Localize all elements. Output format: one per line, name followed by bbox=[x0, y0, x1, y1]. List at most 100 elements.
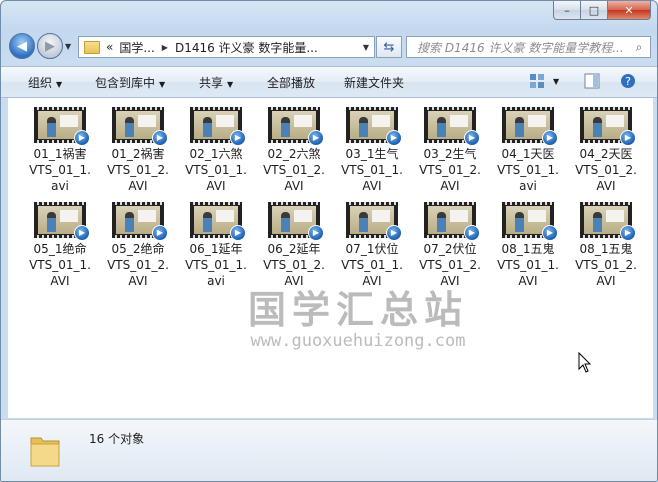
file-name-line2: VTS_01_2. bbox=[263, 163, 325, 177]
search-box[interactable]: 搜索 D1416 许义豪 数字能量学教程... ⌕ bbox=[406, 36, 651, 58]
media-player-badge-icon: ▶ bbox=[152, 225, 168, 241]
file-name-line1: 07_1伏位 bbox=[345, 242, 399, 256]
video-thumbnail: ▶ bbox=[268, 202, 324, 241]
file-name-line3: AVI bbox=[284, 179, 304, 193]
include-library-label: 包含到库中 bbox=[95, 76, 156, 90]
film-strip bbox=[502, 107, 554, 110]
minimize-button[interactable]: – bbox=[553, 1, 581, 20]
file-name-line3: AVI bbox=[284, 274, 304, 288]
help-icon[interactable]: ? bbox=[620, 73, 636, 89]
address-bar[interactable]: « 国学... ▶ D1416 许义豪 数字能量... ▼ bbox=[78, 36, 375, 58]
file-item[interactable]: ▶ 02_2六煞 VTS_01_2. AVI bbox=[255, 107, 333, 194]
back-button[interactable]: ◀ bbox=[9, 33, 35, 59]
address-segment-current[interactable]: D1416 许义豪 数字能量... bbox=[175, 39, 318, 56]
media-player-badge-icon: ▶ bbox=[74, 225, 90, 241]
film-strip bbox=[112, 202, 164, 205]
file-list: ▶ 01_1祸害 VTS_01_1. avi ▶ 01_2祸害 VTS_01_2. AVI ▶ 0… bbox=[8, 98, 653, 418]
file-item[interactable]: ▶ 08_1五鬼 VTS_01_1. AVI bbox=[489, 202, 567, 289]
folder-icon bbox=[84, 40, 100, 54]
file-name-line3: AVI bbox=[440, 274, 460, 288]
media-player-badge-icon: ▶ bbox=[620, 225, 636, 241]
video-thumbnail: ▶ bbox=[112, 202, 168, 241]
change-view-icon[interactable] bbox=[529, 73, 545, 89]
close-button[interactable]: ✕ bbox=[608, 1, 651, 20]
file-name-line3: AVI bbox=[206, 179, 226, 193]
video-thumbnail: ▶ bbox=[190, 107, 246, 146]
media-player-badge-icon: ▶ bbox=[74, 130, 90, 146]
file-name-line2: VTS_01_2. bbox=[575, 163, 637, 177]
file-item[interactable]: ▶ 06_1延年 VTS_01_1. avi bbox=[177, 202, 255, 289]
film-strip bbox=[580, 107, 632, 110]
recent-pages-dropdown[interactable]: ▼ bbox=[65, 42, 71, 51]
film-strip bbox=[346, 202, 398, 205]
media-player-badge-icon: ▶ bbox=[308, 225, 324, 241]
search-icon[interactable]: ⌕ bbox=[628, 40, 650, 55]
file-item[interactable]: ▶ 07_2伏位 VTS_01_2. AVI bbox=[411, 202, 489, 289]
video-thumbnail: ▶ bbox=[34, 202, 90, 241]
file-item[interactable]: ▶ 05_2绝命 VTS_01_2. AVI bbox=[99, 202, 177, 289]
film-strip bbox=[346, 107, 398, 110]
file-item[interactable]: ▶ 04_2天医 VTS_01_2. AVI bbox=[567, 107, 645, 194]
play-all-button[interactable]: 全部播放 bbox=[267, 74, 315, 91]
file-name-line2: VTS_01_1. bbox=[185, 258, 247, 272]
include-in-library-menu[interactable]: 包含到库中 ▼ bbox=[95, 74, 165, 91]
view-options-dropdown-icon[interactable]: ▼ bbox=[553, 77, 559, 86]
file-name-line2: VTS_01_1. bbox=[341, 163, 403, 177]
watermark-title: 国学汇总站 bbox=[247, 288, 468, 332]
refresh-button[interactable]: ⇆ bbox=[376, 36, 402, 58]
caption-buttons: – □ ✕ bbox=[553, 1, 651, 20]
file-name-line1: 04_2天医 bbox=[579, 147, 633, 161]
file-name-line3: AVI bbox=[128, 274, 148, 288]
address-chevron[interactable]: « bbox=[106, 40, 113, 54]
file-name-line1: 05_1绝命 bbox=[33, 242, 87, 256]
media-player-badge-icon: ▶ bbox=[464, 225, 480, 241]
file-item[interactable]: ▶ 01_1祸害 VTS_01_1. avi bbox=[21, 107, 99, 194]
navigation-buttons: ◀ ▶ ▼ bbox=[9, 33, 71, 59]
organize-menu[interactable]: 组织 ▼ bbox=[28, 74, 62, 91]
forward-button[interactable]: ▶ bbox=[37, 33, 63, 59]
file-name-line3: avi bbox=[51, 179, 69, 193]
film-strip bbox=[268, 107, 320, 110]
maximize-button[interactable]: □ bbox=[581, 1, 608, 20]
file-name-line1: 01_1祸害 bbox=[33, 147, 87, 161]
file-name-line1: 02_1六煞 bbox=[189, 147, 243, 161]
file-item[interactable]: ▶ 01_2祸害 VTS_01_2. AVI bbox=[99, 107, 177, 194]
organize-label: 组织 bbox=[28, 76, 53, 90]
new-folder-button[interactable]: 新建文件夹 bbox=[344, 74, 404, 91]
address-dropdown-icon[interactable]: ▼ bbox=[358, 43, 374, 52]
film-strip bbox=[34, 202, 86, 205]
film-strip bbox=[112, 107, 164, 110]
file-name-line3: AVI bbox=[440, 179, 460, 193]
mouse-cursor-icon bbox=[578, 352, 592, 373]
file-item[interactable]: ▶ 03_1生气 VTS_01_1. AVI bbox=[333, 107, 411, 194]
file-item[interactable]: ▶ 06_2延年 VTS_01_2. AVI bbox=[255, 202, 333, 289]
file-name-line1: 05_2绝命 bbox=[111, 242, 165, 256]
share-menu[interactable]: 共享 ▼ bbox=[199, 74, 233, 91]
file-name-line3: AVI bbox=[50, 274, 70, 288]
file-name-line1: 06_1延年 bbox=[189, 242, 243, 256]
video-thumbnail: ▶ bbox=[346, 107, 402, 146]
film-strip bbox=[580, 202, 632, 205]
file-name-line2: VTS_01_2. bbox=[263, 258, 325, 272]
search-input[interactable]: 搜索 D1416 许义豪 数字能量学教程... bbox=[407, 39, 628, 56]
file-item[interactable]: ▶ 04_1天医 VTS_01_1. avi bbox=[489, 107, 567, 194]
video-thumbnail: ▶ bbox=[34, 107, 90, 146]
file-item[interactable]: ▶ 03_2生气 VTS_01_2. AVI bbox=[411, 107, 489, 194]
file-item[interactable]: ▶ 05_1绝命 VTS_01_1. AVI bbox=[21, 202, 99, 289]
chevron-down-icon: ▼ bbox=[227, 80, 234, 89]
breadcrumb-arrow-icon[interactable]: ▶ bbox=[162, 43, 168, 52]
file-item[interactable]: ▶ 07_1伏位 VTS_01_1. AVI bbox=[333, 202, 411, 289]
film-strip bbox=[268, 202, 320, 205]
watermark: 国学汇总站 www.guoxuehuizong.com bbox=[223, 288, 493, 350]
video-thumbnail: ▶ bbox=[424, 107, 480, 146]
file-item[interactable]: ▶ 08_1五鬼 VTS_01_2. AVI bbox=[567, 202, 645, 289]
file-name-line1: 03_2生气 bbox=[423, 147, 477, 161]
preview-pane-icon[interactable] bbox=[584, 73, 600, 89]
file-item[interactable]: ▶ 02_1六煞 VTS_01_1. AVI bbox=[177, 107, 255, 194]
media-player-badge-icon: ▶ bbox=[386, 130, 402, 146]
address-segment-guoxue[interactable]: 国学... bbox=[119, 39, 154, 56]
video-thumbnail: ▶ bbox=[502, 202, 558, 241]
details-pane: 16 个对象 bbox=[1, 419, 657, 481]
file-name-line1: 07_2伏位 bbox=[423, 242, 477, 256]
film-strip bbox=[190, 107, 242, 110]
